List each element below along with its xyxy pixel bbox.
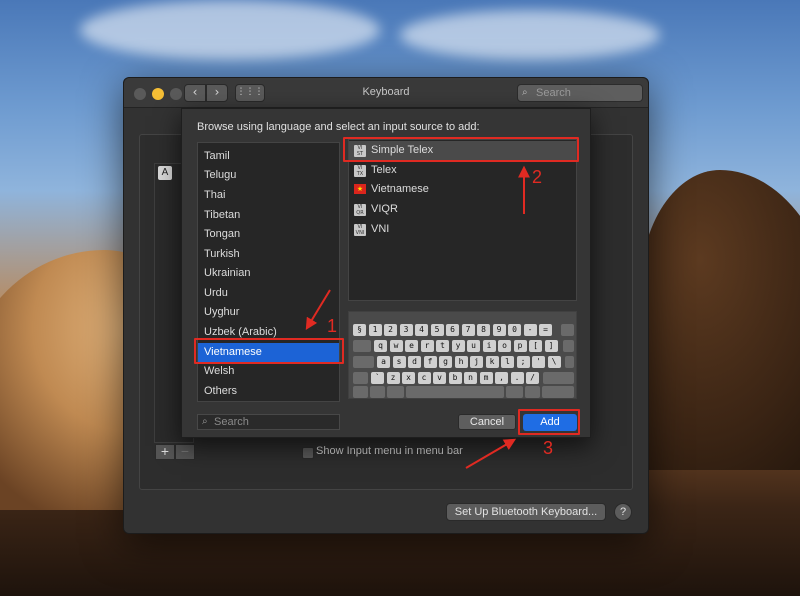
annotation-arrows (305, 165, 530, 469)
annotation-arrow-1 (305, 289, 331, 331)
annotation-arrow-3 (465, 438, 517, 469)
